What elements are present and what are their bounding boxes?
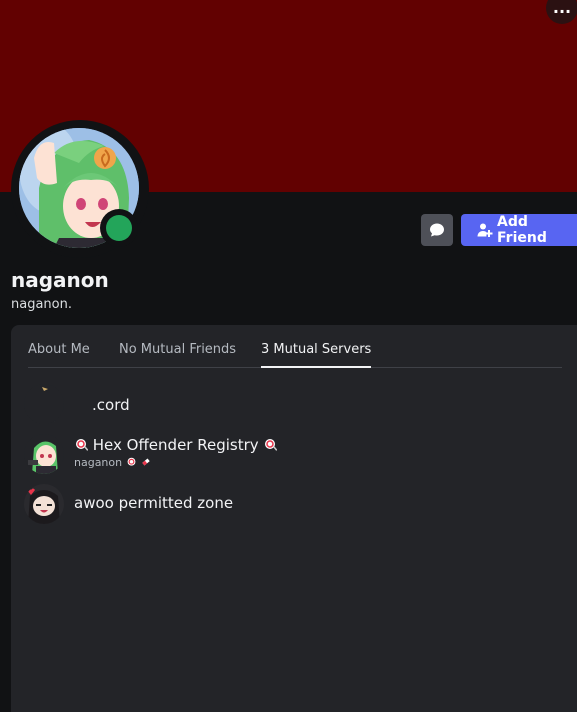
server-name: awoo permitted zone <box>74 494 234 512</box>
syringe-icon <box>142 458 150 466</box>
tab-mutual-servers[interactable]: 3 Mutual Servers <box>261 342 372 368</box>
tab-about-me[interactable]: About Me <box>28 342 90 368</box>
add-friend-button[interactable]: Add Friend <box>461 214 577 246</box>
lollipop-icon <box>76 439 88 451</box>
message-icon <box>430 223 444 237</box>
message-button[interactable] <box>421 214 453 246</box>
server-name: .cord <box>92 396 130 414</box>
server-icon <box>24 384 64 424</box>
display-name: naganon <box>11 268 109 292</box>
lollipop-icon <box>127 457 136 466</box>
add-friend-label: Add Friend <box>497 214 547 246</box>
username: naganon. <box>11 297 72 312</box>
server-nickname: naganon <box>74 456 152 469</box>
server-icon <box>24 484 64 524</box>
mutual-server-item[interactable]: Hex Offender Registry naganon <box>24 434 524 474</box>
server-name: Hex Offender Registry <box>74 436 278 454</box>
mutual-server-item[interactable]: awoo permitted zone <box>24 484 524 524</box>
add-friend-icon <box>477 222 493 238</box>
online-status-indicator <box>106 215 132 241</box>
mutual-server-item[interactable]: .cord <box>24 384 524 424</box>
tab-mutual-friends[interactable]: No Mutual Friends <box>119 342 236 368</box>
lollipop-icon <box>265 439 278 451</box>
server-icon <box>24 434 64 474</box>
profile-tabs: About Me No Mutual Friends 3 Mutual Serv… <box>28 342 562 368</box>
